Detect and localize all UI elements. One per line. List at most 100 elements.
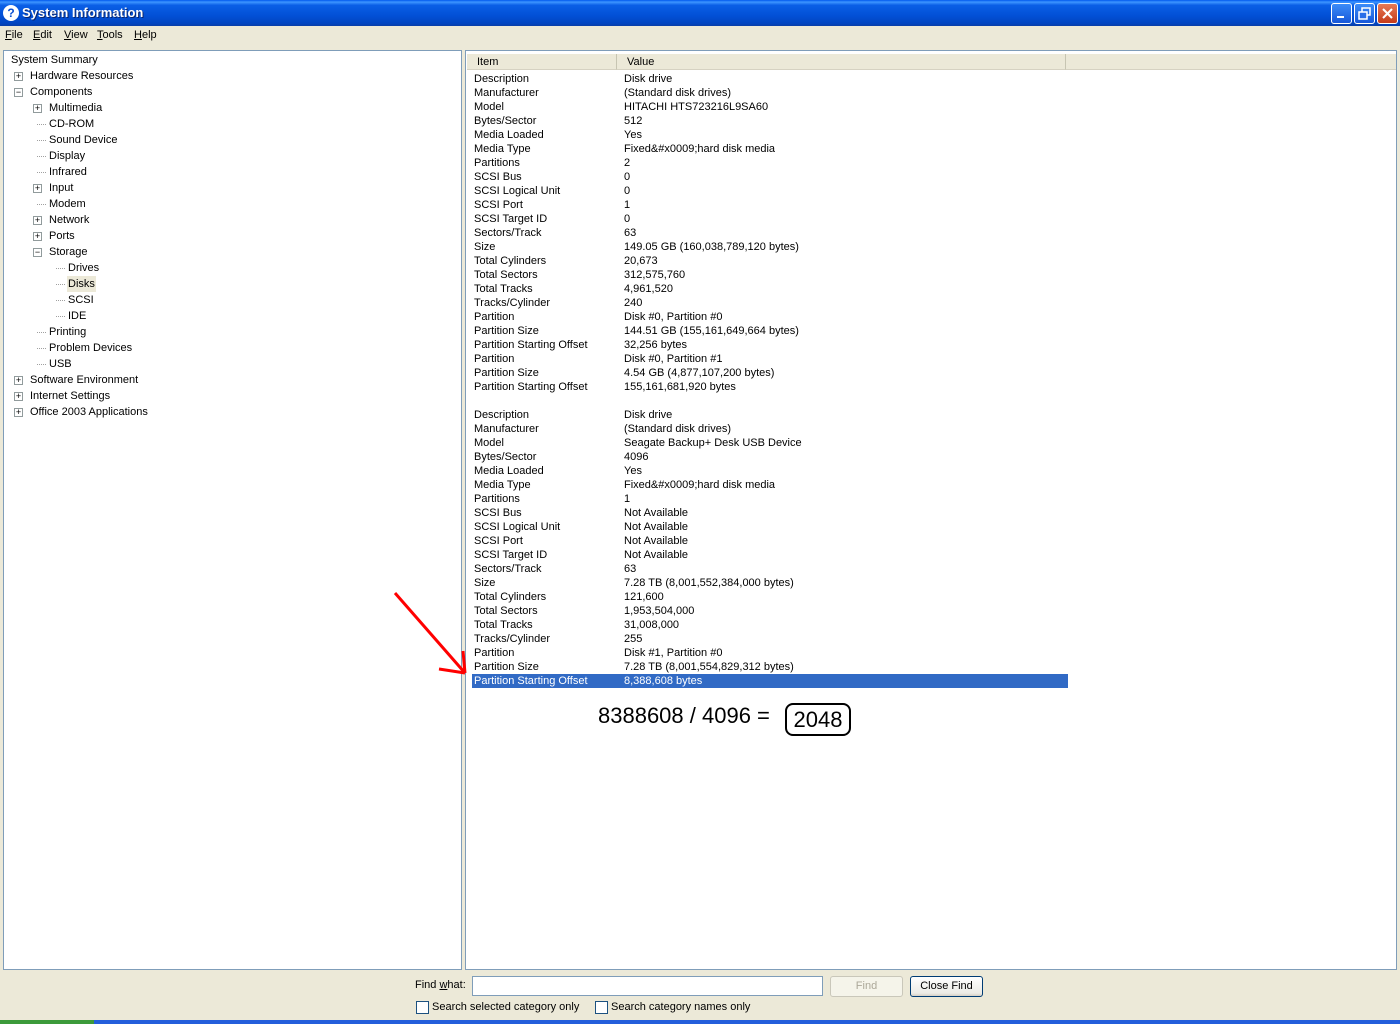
tree-item-label: Hardware Resources bbox=[30, 70, 134, 82]
item-cell: Partition Starting Offset bbox=[474, 339, 588, 351]
details-row[interactable]: Media Type Fixed&#x0009;hard disk media bbox=[472, 478, 1068, 492]
arrow-head-right bbox=[461, 650, 467, 674]
details-row[interactable]: Total Tracks 31,008,000 bbox=[472, 618, 1068, 632]
details-row[interactable]: Description Disk drive bbox=[472, 408, 1068, 422]
expand-icon[interactable]: + bbox=[33, 184, 42, 193]
details-row[interactable]: Manufacturer (Standard disk drives) bbox=[472, 86, 1068, 100]
details-row[interactable]: Sectors/Track 63 bbox=[472, 562, 1068, 576]
item-cell: Media Loaded bbox=[474, 465, 544, 477]
details-row[interactable]: Partition Starting Offset 155,161,681,920… bbox=[472, 380, 1068, 394]
details-row[interactable]: Total Cylinders 121,600 bbox=[472, 590, 1068, 604]
details-row[interactable]: Partition Disk #0, Partition #0 bbox=[472, 310, 1068, 324]
column-header-filler bbox=[1066, 54, 1396, 70]
close-window-button[interactable] bbox=[1377, 3, 1398, 24]
details-row[interactable]: Total Sectors 312,575,760 bbox=[472, 268, 1068, 282]
value-cell: Yes bbox=[624, 129, 642, 141]
details-row[interactable]: SCSI Logical Unit Not Available bbox=[472, 520, 1068, 534]
details-row[interactable]: SCSI Logical Unit 0 bbox=[472, 184, 1068, 198]
details-row[interactable]: Bytes/Sector 4096 bbox=[472, 450, 1068, 464]
search-selected-category-checkbox[interactable] bbox=[416, 1001, 429, 1014]
expand-icon[interactable]: + bbox=[14, 408, 23, 417]
details-row[interactable]: Partition Starting Offset 32,256 bytes bbox=[472, 338, 1068, 352]
details-row[interactable]: Partition Size 144.51 GB (155,161,649,664… bbox=[472, 324, 1068, 338]
tree-connector bbox=[56, 284, 65, 285]
details-row[interactable]: Partition Disk #1, Partition #0 bbox=[472, 646, 1068, 660]
details-row[interactable]: Tracks/Cylinder 240 bbox=[472, 296, 1068, 310]
start-button[interactable] bbox=[0, 1020, 94, 1024]
details-row[interactable]: Model Seagate Backup+ Desk USB Device bbox=[472, 436, 1068, 450]
expand-icon[interactable]: + bbox=[14, 72, 23, 81]
details-list[interactable]: Item Value Description Disk drive Manufact… bbox=[465, 50, 1397, 970]
collapse-icon[interactable]: − bbox=[33, 248, 42, 257]
details-row[interactable]: Media Type Fixed&#x0009;hard disk media bbox=[472, 142, 1068, 156]
value-cell: Not Available bbox=[624, 507, 689, 519]
value-cell: 1,953,504,000 bbox=[624, 605, 695, 617]
details-row[interactable]: Partition Size 7.28 TB (8,001,554,829,312… bbox=[472, 660, 1068, 674]
expand-icon[interactable]: + bbox=[14, 376, 23, 385]
details-row[interactable]: Total Cylinders 20,673 bbox=[472, 254, 1068, 268]
item-cell: Partition Starting Offset bbox=[474, 381, 588, 393]
details-row[interactable] bbox=[472, 394, 1068, 408]
details-row[interactable]: SCSI Bus 0 bbox=[472, 170, 1068, 184]
details-row[interactable]: Partition Size 4.54 GB (4,877,107,200 byt… bbox=[472, 366, 1068, 380]
find-bar: Find what: Find Close Find Search select… bbox=[0, 972, 1400, 1020]
expand-icon[interactable]: + bbox=[14, 392, 23, 401]
item-cell: Model bbox=[474, 101, 504, 113]
details-row[interactable]: Media Loaded Yes bbox=[472, 128, 1068, 142]
details-row[interactable]: Partitions 2 bbox=[472, 156, 1068, 170]
details-row[interactable]: Partition Starting Offset 8,388,608 bytes bbox=[472, 674, 1068, 688]
value-cell: (Standard disk drives) bbox=[624, 423, 731, 435]
expand-icon[interactable]: + bbox=[33, 216, 42, 225]
tree-item-label: Display bbox=[49, 150, 86, 162]
category-tree[interactable]: System Summary + Hardware Resources − Compon… bbox=[3, 50, 462, 970]
item-cell: SCSI Port bbox=[474, 535, 523, 547]
menu-tools[interactable]: Tools bbox=[97, 29, 123, 41]
value-cell: 240 bbox=[624, 297, 643, 309]
details-row[interactable]: Manufacturer (Standard disk drives) bbox=[472, 422, 1068, 436]
menu-edit[interactable]: Edit bbox=[33, 29, 52, 41]
item-cell: Description bbox=[474, 73, 530, 85]
search-category-names-checkbox[interactable] bbox=[595, 1001, 608, 1014]
restore-button[interactable] bbox=[1354, 3, 1375, 24]
item-cell: Total Cylinders bbox=[474, 255, 547, 267]
menu-file[interactable]: File bbox=[5, 29, 23, 41]
collapse-icon[interactable]: − bbox=[14, 88, 23, 97]
menu-view[interactable]: View bbox=[64, 29, 88, 41]
details-row[interactable]: Size 149.05 GB (160,038,789,120 bytes) bbox=[472, 240, 1068, 254]
details-row[interactable]: Bytes/Sector 512 bbox=[472, 114, 1068, 128]
close-find-button[interactable]: Close Find bbox=[910, 976, 983, 997]
value-cell: Disk #0, Partition #1 bbox=[624, 353, 723, 365]
details-row[interactable]: SCSI Bus Not Available bbox=[472, 506, 1068, 520]
value-cell: 512 bbox=[624, 115, 643, 127]
details-row[interactable]: Size 7.28 TB (8,001,552,384,000 bytes) bbox=[472, 576, 1068, 590]
expand-icon[interactable]: + bbox=[33, 104, 42, 113]
details-row[interactable]: Partition Disk #0, Partition #1 bbox=[472, 352, 1068, 366]
details-row[interactable]: SCSI Target ID 0 bbox=[472, 212, 1068, 226]
column-header-value[interactable]: Value bbox=[617, 54, 1066, 70]
menu-help[interactable]: Help bbox=[134, 29, 157, 41]
value-cell: 121,600 bbox=[624, 591, 664, 603]
find-what-input[interactable] bbox=[472, 976, 823, 996]
details-row[interactable]: Total Tracks 4,961,520 bbox=[472, 282, 1068, 296]
details-row[interactable]: Total Sectors 1,953,504,000 bbox=[472, 604, 1068, 618]
tree-item-label: SCSI bbox=[68, 294, 94, 306]
value-cell: 155,161,681,920 bytes bbox=[624, 381, 736, 393]
details-row[interactable]: SCSI Target ID Not Available bbox=[472, 548, 1068, 562]
find-button[interactable]: Find bbox=[830, 976, 903, 997]
details-row[interactable]: Tracks/Cylinder 255 bbox=[472, 632, 1068, 646]
minimize-button[interactable] bbox=[1331, 3, 1352, 24]
item-cell: Model bbox=[474, 437, 504, 449]
item-cell: Sectors/Track bbox=[474, 563, 542, 575]
details-row[interactable]: Media Loaded Yes bbox=[472, 464, 1068, 478]
details-row[interactable]: SCSI Port 1 bbox=[472, 198, 1068, 212]
tree-connector bbox=[56, 316, 65, 317]
tree-item-label: Multimedia bbox=[49, 102, 103, 114]
details-row[interactable]: Description Disk drive bbox=[472, 72, 1068, 86]
details-row[interactable]: Partitions 1 bbox=[472, 492, 1068, 506]
help-icon: ? bbox=[3, 5, 19, 21]
details-row[interactable]: Sectors/Track 63 bbox=[472, 226, 1068, 240]
expand-icon[interactable]: + bbox=[33, 232, 42, 241]
details-row[interactable]: Model HITACHI HTS723216L9SA60 bbox=[472, 100, 1068, 114]
column-header-item[interactable]: Item bbox=[467, 54, 617, 70]
details-row[interactable]: SCSI Port Not Available bbox=[472, 534, 1068, 548]
